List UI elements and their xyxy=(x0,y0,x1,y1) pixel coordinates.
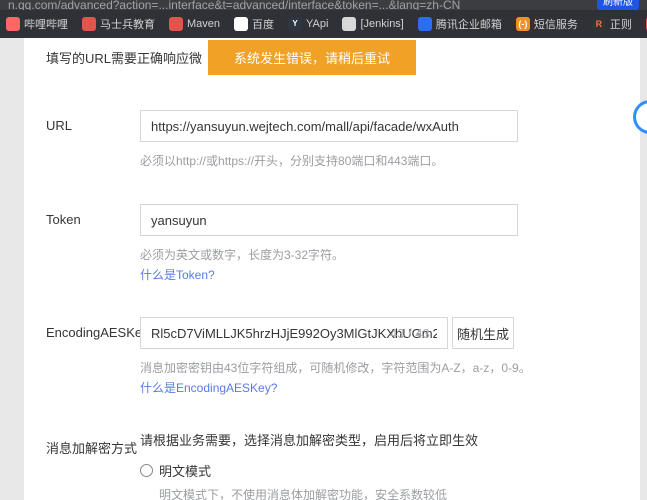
bookmark-label: 马士兵教育 xyxy=(100,16,155,32)
bookmark-icon: R xyxy=(592,17,606,31)
aes-label: EncodingAESKey xyxy=(46,317,140,396)
url-row: URL 必须以http://或https://开头，分别支持80端口和443端口… xyxy=(46,110,618,170)
url-hint: 必须以http://或https://开头，分别支持80端口和443端口。 xyxy=(140,152,618,170)
bookmark-item[interactable]: [Jenkins] xyxy=(342,17,403,31)
bookmark-label: Maven xyxy=(187,18,220,30)
address-bar[interactable]: n.qq.com/advanced?action=...interface&t=… xyxy=(0,0,647,10)
bookmark-label: YApi xyxy=(306,18,328,30)
aes-row: EncodingAESKey 43 / 43 随机生成 消息加密密钥由43位字符… xyxy=(46,317,618,396)
bookmark-icon xyxy=(6,17,20,31)
token-input[interactable] xyxy=(140,204,518,236)
bookmark-label: 哔哩哔哩 xyxy=(24,16,68,32)
bookmark-item[interactable]: Y YApi xyxy=(288,17,328,31)
bookmark-icon xyxy=(234,17,248,31)
aes-help-link[interactable]: 什么是EncodingAESKey? xyxy=(140,379,277,396)
mode-label: 消息加解密方式 xyxy=(46,430,140,500)
bookmark-label: 腾讯企业邮箱 xyxy=(436,16,502,32)
bookmark-item[interactable]: 哔哩哔哩 xyxy=(6,16,68,32)
bookmarks-bar: 哔哩哔哩 马士兵教育 Maven 百度 Y YApi [Jenkins] 腾讯企业邮箱 (-) 短… xyxy=(0,10,647,38)
bookmark-label: 正则 xyxy=(610,16,632,32)
token-hint: 必须为英文或数字，长度为3-32字符。 xyxy=(140,246,618,264)
mode-desc: 请根据业务需要，选择消息加解密类型，启用后将立即生效 xyxy=(140,430,618,449)
mode-option[interactable]: 明文模式 xyxy=(140,461,618,480)
bookmark-icon xyxy=(418,17,432,31)
mode-row: 消息加解密方式 请根据业务需要，选择消息加解密类型，启用后将立即生效 明文模式明… xyxy=(46,430,618,500)
aes-input[interactable] xyxy=(140,317,448,349)
bookmark-item[interactable]: Maven xyxy=(169,17,220,31)
url-label: URL xyxy=(46,110,140,170)
bookmark-icon: (-) xyxy=(516,17,530,31)
notice-prefix: 填写的URL需要正确响应微 xyxy=(46,48,202,67)
bookmark-item[interactable]: 腾讯企业邮箱 xyxy=(418,16,502,32)
generate-button[interactable]: 随机生成 xyxy=(452,317,514,349)
url-input[interactable] xyxy=(140,110,518,142)
bookmark-icon xyxy=(169,17,183,31)
page-content: 填写的URL需要正确响应微 系统发生错误，请稍后重试 URL 必须以http:/… xyxy=(0,38,647,500)
mode-option-hint: 明文模式下，不使用消息体加解密功能，安全系数较低 xyxy=(159,486,618,500)
bookmark-icon xyxy=(342,17,356,31)
config-card: 填写的URL需要正确响应微 系统发生错误，请稍后重试 URL 必须以http:/… xyxy=(24,38,640,500)
bookmark-label: 短信服务 xyxy=(534,16,578,32)
aes-hint: 消息加密密钥由43位字符组成，可随机修改，字符范围为A-Z，a-z，0-9。 xyxy=(140,359,618,377)
bookmark-item[interactable]: 百度 xyxy=(234,16,274,32)
token-row: Token 必须为英文或数字，长度为3-32字符。 什么是Token? xyxy=(46,204,618,283)
mode-option-label: 明文模式 xyxy=(159,461,211,480)
bookmark-item[interactable]: R 正则 xyxy=(592,16,632,32)
bookmark-label: 百度 xyxy=(252,16,274,32)
radio-icon xyxy=(140,464,153,477)
error-alert: 系统发生错误，请稍后重试 xyxy=(208,40,416,75)
token-help-link[interactable]: 什么是Token? xyxy=(140,266,215,283)
bookmark-icon: Y xyxy=(288,17,302,31)
url-fragment: n.qq.com/advanced?action=...interface&t=… xyxy=(8,0,460,10)
token-label: Token xyxy=(46,204,140,283)
bookmark-item[interactable]: 马士兵教育 xyxy=(82,16,155,32)
refresh-button[interactable]: 刷新版 xyxy=(597,0,639,10)
bookmark-icon xyxy=(82,17,96,31)
bookmark-label: [Jenkins] xyxy=(360,18,403,30)
notice-row: 填写的URL需要正确响应微 系统发生错误，请稍后重试 xyxy=(46,38,618,76)
bookmark-item[interactable]: (-) 短信服务 xyxy=(516,16,578,32)
